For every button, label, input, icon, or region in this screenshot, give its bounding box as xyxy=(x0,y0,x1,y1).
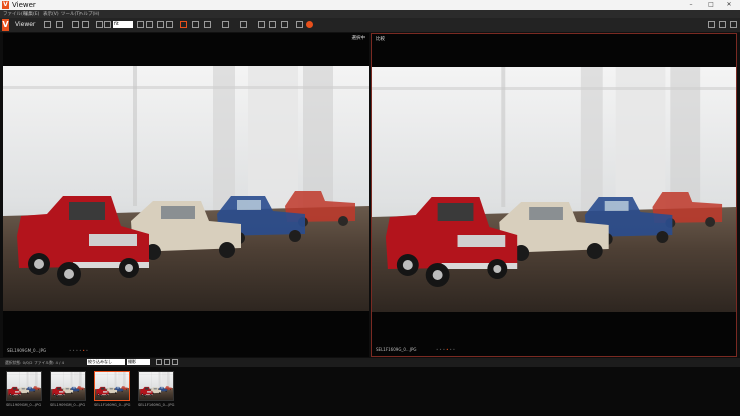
thumbnail[interactable] xyxy=(6,371,42,401)
actual-size-icon[interactable] xyxy=(146,21,153,28)
tool-icon-4[interactable] xyxy=(82,21,89,28)
filter-select[interactable]: 絞り込みなし xyxy=(87,359,125,365)
app-toolbar: V Viewer fit xyxy=(0,18,740,33)
menu-bar: ファイル(F) 編集(E) 表示(V) ツール(T) ヘルプ(H) xyxy=(0,10,740,18)
thumbnail[interactable] xyxy=(50,371,86,401)
zoom-in-icon[interactable] xyxy=(104,21,111,28)
file-count: ファイル数: 4 / 4 xyxy=(34,360,64,365)
image-panel-left[interactable]: 選択中 SEL1909GM_0...JPG •••••• xyxy=(3,33,369,357)
panel-left-filename: SEL1909GM_0...JPG xyxy=(7,348,47,353)
fullscreen-icon[interactable] xyxy=(258,21,265,28)
menu-help[interactable]: ヘルプ(H) xyxy=(79,11,99,17)
mail-icon[interactable] xyxy=(296,21,303,28)
thumbnail-label: SEL1F1609G_0...JPG xyxy=(94,403,131,407)
window-titlebar: V Viewer – □ ✕ xyxy=(0,0,740,10)
layout-icon[interactable] xyxy=(204,21,211,28)
split-view-icon[interactable] xyxy=(192,21,199,28)
photo-right[interactable] xyxy=(372,67,736,312)
filter-bar: 選択状態: 0/0/2 ファイル数: 4 / 4 絞り込みなし 撮影 xyxy=(0,358,740,367)
record-icon[interactable] xyxy=(306,21,313,28)
rotate-right-icon[interactable] xyxy=(166,21,173,28)
filter-icon[interactable] xyxy=(156,359,162,365)
panel-right-label: 比較 xyxy=(376,37,385,42)
thumbnail-label: SEL1F1609G_0...JPG xyxy=(138,403,175,407)
zoom-input[interactable]: fit xyxy=(113,21,133,28)
tool-icon-2[interactable] xyxy=(56,21,63,28)
sort-order-icon[interactable] xyxy=(164,359,170,365)
refresh-icon[interactable] xyxy=(172,359,178,365)
rotate-left-icon[interactable] xyxy=(157,21,164,28)
thumbnail-image xyxy=(51,372,85,400)
thumbnail-strip: SEL1909GM_0...JPG SEL1909GM_0...JPG SEL1… xyxy=(0,367,740,416)
thumbnail-selected[interactable] xyxy=(94,371,130,401)
rating-stars-right[interactable]: •••••• xyxy=(436,347,456,352)
thumbnail-label: SEL1909GM_0...JPG xyxy=(50,403,86,407)
image-panel-right[interactable]: 比較 SEL1F1609G_0...JPG •••••• xyxy=(371,33,737,357)
thumbnail-image xyxy=(7,372,41,400)
overlay-icon[interactable] xyxy=(240,21,247,28)
menu-edit[interactable]: 編集(E) xyxy=(24,11,39,17)
sort-select[interactable]: 撮影 xyxy=(127,359,150,365)
panel-right-filename: SEL1F1609G_0...JPG xyxy=(376,347,417,352)
view-grid-icon[interactable] xyxy=(708,21,715,28)
app-logo-icon: V xyxy=(2,1,9,9)
maximize-icon[interactable]: □ xyxy=(704,0,718,10)
display-icon[interactable] xyxy=(222,21,229,28)
viewer-title: Viewer xyxy=(15,21,36,28)
zoom-out-icon[interactable] xyxy=(96,21,103,28)
viewer-logo-icon: V xyxy=(2,19,9,31)
thumbnail-label: SEL1909GM_0...JPG xyxy=(6,403,42,407)
menu-tools[interactable]: ツール(T) xyxy=(61,11,81,17)
window-title: Viewer xyxy=(12,1,36,9)
fit-icon[interactable] xyxy=(137,21,144,28)
image-icon[interactable] xyxy=(269,21,276,28)
compare-mode-icon[interactable] xyxy=(180,21,187,28)
view-compare-icon[interactable] xyxy=(730,21,737,28)
photo-left[interactable] xyxy=(3,66,369,311)
thumbnail-image xyxy=(95,372,129,400)
close-icon[interactable]: ✕ xyxy=(722,0,736,10)
panel-left-label: 選択中 xyxy=(351,36,366,41)
thumbnail-image xyxy=(139,372,173,400)
info-icon[interactable] xyxy=(281,21,288,28)
selection-count: 選択状態: 0/0/2 xyxy=(5,360,33,365)
tool-icon-1[interactable] xyxy=(44,21,51,28)
tool-icon-3[interactable] xyxy=(72,21,79,28)
view-single-icon[interactable] xyxy=(719,21,726,28)
rating-stars-left[interactable]: •••••• xyxy=(69,348,89,353)
menu-view[interactable]: 表示(V) xyxy=(43,11,59,17)
minimize-icon[interactable]: – xyxy=(684,0,698,10)
thumbnail[interactable] xyxy=(138,371,174,401)
